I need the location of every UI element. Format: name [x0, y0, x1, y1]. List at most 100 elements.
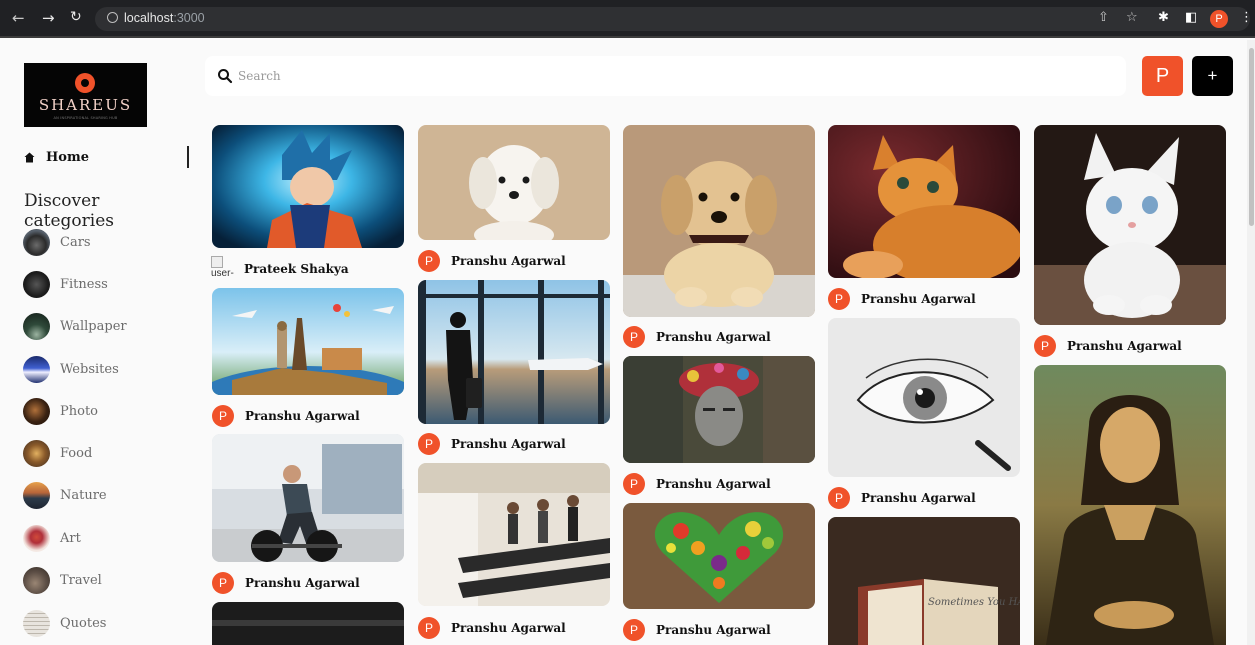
pin-image-treadmills[interactable]: [418, 463, 610, 606]
discover-categories-heading: Discover categories: [24, 191, 115, 231]
author-avatar: P: [623, 619, 645, 641]
sidebar-item-art[interactable]: Art: [23, 524, 81, 552]
sidebar-item-food[interactable]: Food: [23, 439, 92, 467]
pin-image-gym-deadlift[interactable]: [212, 434, 404, 562]
pin-image-vegetable-heart[interactable]: [623, 503, 815, 609]
sidebar-item-photo[interactable]: Photo: [23, 397, 98, 425]
author-name: Pranshu Agarwal: [1067, 339, 1182, 353]
reload-icon[interactable]: ↻: [70, 9, 82, 25]
active-indicator: [187, 146, 189, 168]
art-thumbnail: [23, 524, 50, 552]
logo-brand-text: SHAREUS: [38, 96, 133, 114]
logo-tagline: AN INSPIRATIONAL SHARING HUB: [53, 116, 118, 120]
pin-image-anime[interactable]: [212, 125, 404, 248]
author-name: Pranshu Agarwal: [451, 254, 566, 268]
author-avatar: P: [418, 250, 440, 272]
sidebar-item-label: Nature: [60, 487, 107, 503]
pin-image-street-art[interactable]: [623, 356, 815, 463]
author-name: Pranshu Agarwal: [451, 621, 566, 635]
pin-image-orange-kitten[interactable]: [828, 125, 1020, 278]
sidebar-item-home[interactable]: Home: [24, 148, 89, 166]
sidebar-item-websites[interactable]: Websites: [23, 355, 119, 383]
pin-image-airport[interactable]: [418, 280, 610, 424]
wallpaper-thumbnail: [23, 312, 50, 340]
pin-author[interactable]: Prateek Shakya: [244, 258, 349, 280]
browser-chrome: ← → ↻ localhost:3000 ⇧ ☆ ✱ ◧ P ⋮: [0, 0, 1255, 38]
pin-author[interactable]: P Pranshu Agarwal: [828, 288, 976, 310]
forward-icon[interactable]: →: [42, 9, 55, 27]
author-avatar: P: [418, 617, 440, 639]
sidebar-item-label: Art: [60, 530, 81, 546]
info-icon[interactable]: [107, 12, 118, 23]
url-text[interactable]: localhost:3000: [124, 11, 205, 25]
author-name: Prateek Shakya: [244, 262, 349, 276]
food-thumbnail: [23, 439, 50, 467]
author-name: Pranshu Agarwal: [861, 292, 976, 306]
author-avatar: P: [828, 288, 850, 310]
author-name: Pranshu Agarwal: [451, 437, 566, 451]
pin-image-golden-puppy[interactable]: [623, 125, 815, 317]
search-input[interactable]: [238, 66, 1098, 86]
pin-author[interactable]: P Pranshu Agarwal: [418, 433, 566, 455]
sidebar-item-label: Travel: [60, 572, 102, 588]
sidebar-item-label: Fitness: [60, 276, 108, 292]
pin-image-white-kitten[interactable]: [1034, 125, 1226, 325]
create-pin-button[interactable]: +: [1192, 56, 1233, 96]
back-icon[interactable]: ←: [12, 9, 25, 27]
author-name: Pranshu Agarwal: [245, 576, 360, 590]
pin-author[interactable]: P Pranshu Agarwal: [212, 405, 360, 427]
address-bar[interactable]: [95, 7, 1250, 31]
pin-author[interactable]: P Pranshu Agarwal: [418, 250, 566, 272]
pin-image-eye-drawing[interactable]: [828, 318, 1020, 477]
pin-image-notebook[interactable]: Sometimes You HAVE TO: [828, 517, 1020, 645]
pin-author[interactable]: P Pranshu Agarwal: [623, 619, 771, 641]
pin-image-dark-desk[interactable]: [212, 602, 404, 645]
browser-menu-icon[interactable]: ⋮: [1240, 10, 1253, 25]
author-avatar: P: [1034, 335, 1056, 357]
side-panel-icon[interactable]: ◧: [1185, 10, 1197, 25]
pin-image-mona-lisa[interactable]: [1034, 365, 1226, 645]
quotes-thumbnail: [23, 609, 50, 637]
sidebar-item-wallpaper[interactable]: Wallpaper: [23, 312, 127, 340]
sidebar-item-label: Food: [60, 445, 93, 461]
author-avatar: P: [828, 487, 850, 509]
pin-author[interactable]: P Pranshu Agarwal: [623, 473, 771, 495]
scrollbar-thumb[interactable]: [1249, 48, 1254, 226]
cars-thumbnail: [23, 228, 50, 256]
pin-image-white-puppy[interactable]: [418, 125, 610, 240]
author-name: Pranshu Agarwal: [656, 623, 771, 637]
sidebar-item-quotes[interactable]: Quotes: [23, 609, 106, 637]
sidebar-item-label: Cars: [60, 234, 91, 250]
sidebar-item-cars[interactable]: Cars: [23, 228, 91, 256]
pin-author[interactable]: P Pranshu Agarwal: [828, 487, 976, 509]
author-avatar: P: [623, 326, 645, 348]
bookmark-star-icon[interactable]: ☆: [1126, 10, 1138, 25]
browser-profile-avatar[interactable]: P: [1210, 10, 1228, 28]
pin-author[interactable]: P Pranshu Agarwal: [418, 617, 566, 639]
user-profile-button[interactable]: P: [1142, 56, 1183, 96]
sidebar-item-travel[interactable]: Travel: [23, 566, 102, 594]
pin-author[interactable]: P Pranshu Agarwal: [1034, 335, 1182, 357]
photo-thumbnail: [23, 397, 50, 425]
author-avatar: P: [623, 473, 645, 495]
pin-author[interactable]: P Pranshu Agarwal: [212, 572, 360, 594]
sidebar-item-nature[interactable]: Nature: [23, 481, 107, 509]
travel-thumbnail: [23, 566, 50, 594]
sidebar-item-label: Quotes: [60, 615, 107, 631]
author-avatar: P: [212, 572, 234, 594]
author-name: Pranshu Agarwal: [245, 409, 360, 423]
search-bar: [205, 56, 1126, 96]
author-name: Pranshu Agarwal: [656, 477, 771, 491]
pin-image-landmarks[interactable]: [212, 288, 404, 395]
share-icon[interactable]: ⇧: [1098, 10, 1109, 25]
author-avatar: P: [418, 433, 440, 455]
home-icon: [24, 152, 35, 163]
nature-thumbnail: [23, 481, 50, 509]
notebook-handwriting: Sometimes You HAVE TO: [928, 597, 1020, 608]
extensions-icon[interactable]: ✱: [1158, 10, 1169, 25]
shareus-logo[interactable]: SHAREUS AN INSPIRATIONAL SHARING HUB: [24, 63, 147, 127]
broken-avatar-image: user-: [211, 256, 234, 286]
sidebar-item-fitness[interactable]: Fitness: [23, 270, 108, 298]
fitness-thumbnail: [23, 270, 50, 298]
pin-author[interactable]: P Pranshu Agarwal: [623, 326, 771, 348]
